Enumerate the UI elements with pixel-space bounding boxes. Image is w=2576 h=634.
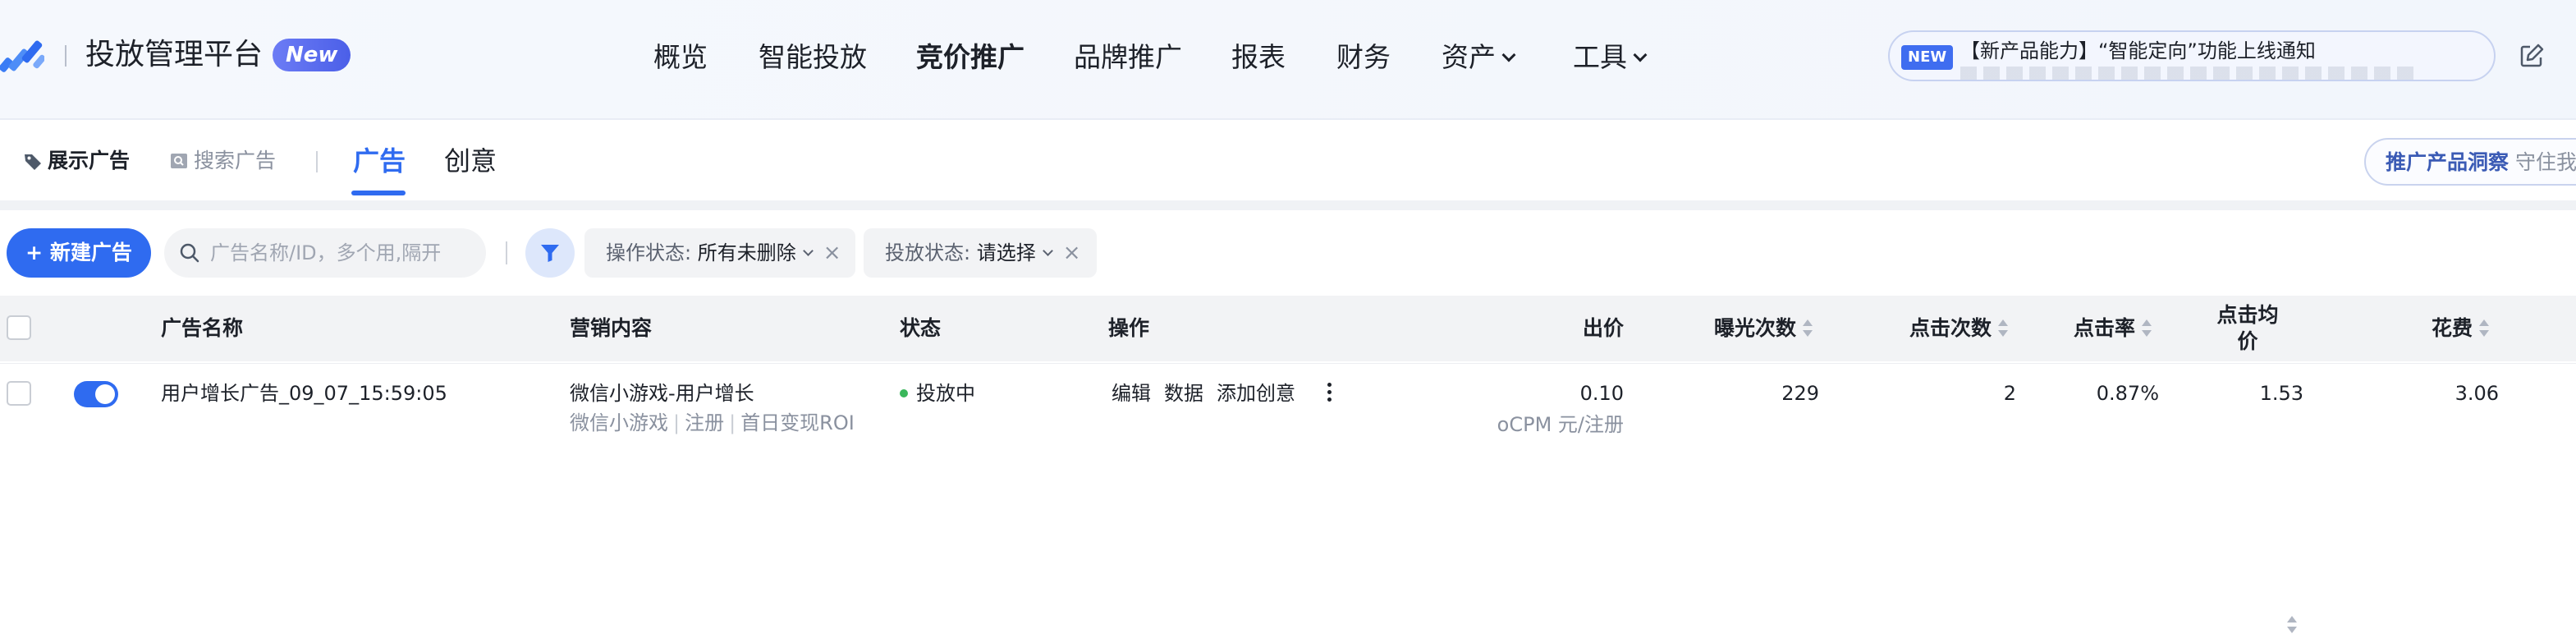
marketing-content: 微信小游戏-用户增长 bbox=[570, 382, 754, 405]
top-navigation: 投放管理平台 New 概览 智能投放 竞价推广 品牌推广 报表 财务 资产 工具… bbox=[0, 0, 2576, 120]
product-insight-button[interactable]: 推广产品洞察 守住我的 bbox=[2364, 138, 2576, 186]
insight-label: 推广产品洞察 bbox=[2386, 150, 2510, 174]
tab-creatives[interactable]: 创意 bbox=[444, 143, 497, 179]
col-ad-name: 广告名称 bbox=[161, 316, 244, 340]
search-box[interactable] bbox=[164, 228, 486, 278]
logo-icon[interactable] bbox=[0, 36, 44, 74]
select-all-checkbox[interactable] bbox=[7, 315, 31, 340]
operation-status-filter[interactable]: 操作状态: 所有未删除 × bbox=[584, 228, 855, 278]
col-impressions[interactable]: 曝光次数 bbox=[1714, 315, 1813, 342]
nav-brand-promotion[interactable]: 品牌推广 bbox=[1074, 39, 1182, 76]
chevron-down-icon bbox=[1633, 48, 1648, 62]
ad-enable-toggle[interactable] bbox=[74, 381, 118, 407]
logo-divider bbox=[65, 45, 66, 67]
notice-scrolling-text bbox=[1960, 67, 2420, 80]
divider bbox=[506, 241, 507, 264]
col-actions: 操作 bbox=[1108, 316, 1150, 340]
col-cost[interactable]: 花费 bbox=[2432, 315, 2490, 342]
col-avg-cpc[interactable]: 点击均价 bbox=[2216, 302, 2279, 355]
nav-bidding-promotion[interactable]: 竞价推广 bbox=[916, 39, 1024, 76]
search-input[interactable] bbox=[210, 228, 473, 278]
row-checkbox[interactable] bbox=[7, 381, 31, 406]
delivery-status-filter[interactable]: 投放状态: 请选择 × bbox=[864, 228, 1097, 278]
divider bbox=[316, 151, 318, 172]
search-ads-tab[interactable]: 搜索广告 bbox=[169, 146, 276, 176]
bid-value: 0.10 bbox=[1579, 382, 1624, 405]
edit-icon[interactable] bbox=[2519, 43, 2545, 69]
col-marketing-content: 营销内容 bbox=[570, 316, 653, 340]
close-icon[interactable]: × bbox=[823, 228, 841, 278]
section-divider bbox=[0, 200, 2576, 210]
ctr-value: 0.87% bbox=[2096, 382, 2159, 405]
nav-reports[interactable]: 报表 bbox=[1231, 39, 1286, 76]
nav-finance[interactable]: 财务 bbox=[1336, 39, 1391, 76]
new-ad-button[interactable]: + 新建广告 bbox=[7, 228, 151, 278]
nav-smart-delivery[interactable]: 智能投放 bbox=[759, 39, 867, 76]
clicks-value: 2 bbox=[2003, 382, 2016, 405]
tag-icon bbox=[25, 154, 41, 170]
ad-name[interactable]: 用户增长广告_09_07_15:59:05 bbox=[161, 381, 447, 406]
nav-tools[interactable]: 工具 bbox=[1573, 39, 1648, 76]
tab-ads[interactable]: 广告 bbox=[353, 143, 406, 179]
col-status: 状态 bbox=[900, 316, 942, 340]
impressions-value: 229 bbox=[1781, 382, 1819, 405]
new-badge: New bbox=[273, 39, 351, 71]
announcement-banner[interactable]: NEW 【新产品能力】“智能定向”功能上线通知 bbox=[1888, 30, 2496, 81]
search-icon bbox=[180, 243, 199, 263]
active-tab-indicator bbox=[351, 191, 406, 195]
add-creative-link[interactable]: 添加创意 bbox=[1217, 382, 1295, 405]
cost-value: 3.06 bbox=[2455, 382, 2499, 405]
chevron-down-icon bbox=[1042, 246, 1053, 256]
insight-hint: 守住我的 bbox=[2515, 150, 2576, 174]
bid-unit: oCPM 元/注册 bbox=[1497, 413, 1624, 436]
avg-cpc-value: 1.53 bbox=[2259, 382, 2303, 405]
sort-icon[interactable] bbox=[2479, 319, 2490, 338]
table-header: 广告名称 营销内容 状态 操作 出价 曝光次数 点击次数 点击率 点击均价 花费 bbox=[0, 296, 2576, 633]
row-actions: 编辑 数据 添加创意 bbox=[1112, 381, 1309, 406]
notice-text: 【新产品能力】“智能定向”功能上线通知 bbox=[1960, 39, 2316, 62]
sort-icon[interactable] bbox=[1998, 319, 2009, 338]
search-ad-icon bbox=[171, 154, 187, 168]
sort-icon[interactable] bbox=[2287, 616, 2297, 634]
sort-icon[interactable] bbox=[1803, 319, 1813, 338]
sort-icon[interactable] bbox=[2142, 319, 2152, 338]
filter-button[interactable] bbox=[525, 228, 575, 278]
status-badge: 投放中 bbox=[900, 381, 975, 406]
chevron-down-icon bbox=[1501, 48, 1516, 62]
col-bid: 出价 bbox=[1582, 316, 1624, 340]
table-row bbox=[0, 363, 2576, 458]
ad-type-tab-bar: 展示广告 搜索广告 广告 创意 推广产品洞察 守住我的 bbox=[0, 122, 2576, 200]
app-title: 投放管理平台 bbox=[85, 38, 264, 71]
edit-link[interactable]: 编辑 bbox=[1112, 382, 1151, 405]
chevron-down-icon bbox=[802, 246, 814, 256]
nav-assets[interactable]: 资产 bbox=[1442, 39, 1516, 76]
filter-icon bbox=[541, 245, 559, 262]
data-link[interactable]: 数据 bbox=[1164, 382, 1203, 405]
col-clicks[interactable]: 点击次数 bbox=[1909, 315, 2009, 342]
more-icon[interactable] bbox=[1327, 383, 1332, 404]
display-ads-tab[interactable]: 展示广告 bbox=[23, 146, 130, 176]
notice-new-badge: NEW bbox=[1901, 45, 1954, 70]
marketing-content-tags: 微信小游戏 | 注册 | 首日变现ROI bbox=[570, 411, 855, 434]
close-icon[interactable]: × bbox=[1063, 228, 1081, 278]
nav-overview[interactable]: 概览 bbox=[653, 39, 708, 76]
col-ctr[interactable]: 点击率 bbox=[2074, 315, 2152, 342]
status-dot-icon bbox=[900, 389, 908, 397]
